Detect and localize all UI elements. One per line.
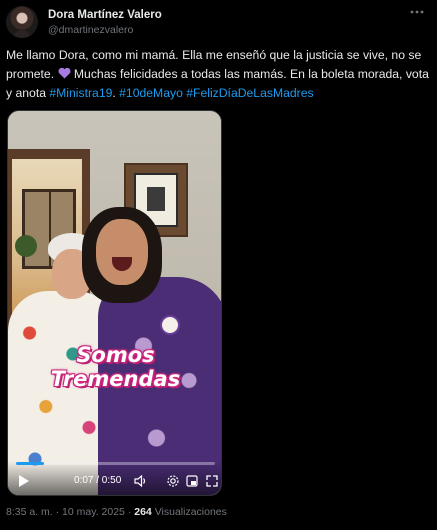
picture-in-picture-icon[interactable]: [186, 474, 198, 488]
purple-heart-icon: [58, 66, 71, 79]
play-icon[interactable]: [18, 474, 30, 488]
video-overlay-line1: Somos: [76, 343, 155, 367]
tweet-body: Me llamo Dora, como mi mamá. Ella me ens…: [6, 46, 430, 103]
video-time: 0:07 / 0:50: [74, 475, 122, 486]
views-label: Visualizaciones: [154, 506, 227, 518]
author-handle[interactable]: @dmartinezvalero: [48, 24, 133, 36]
settings-gear-icon[interactable]: [166, 474, 180, 488]
hashtag-feliz-dia-de-las-madres[interactable]: #FelizDíaDeLasMadres: [186, 86, 313, 100]
volume-icon[interactable]: [134, 474, 148, 488]
more-horizontal-icon[interactable]: [407, 6, 427, 22]
video-progress-fill: [16, 462, 44, 465]
video-player[interactable]: Somos Tremendas 0:07 / 0:50: [7, 110, 222, 496]
video-controls: 0:07 / 0:50: [8, 461, 221, 495]
video-overlay-line2: Tremendas: [50, 367, 181, 391]
tweet-date[interactable]: 10 may. 2025: [62, 506, 125, 518]
hashtag-10demayo[interactable]: #10deMayo: [119, 86, 183, 100]
tweet-time[interactable]: 8:35 a. m.: [6, 506, 53, 518]
hashtag-ministra19[interactable]: #Ministra19: [49, 86, 112, 100]
fullscreen-icon[interactable]: [206, 474, 218, 488]
author-name[interactable]: Dora Martínez Valero: [48, 9, 162, 21]
video-progress-bar[interactable]: [16, 462, 215, 465]
meta-separator-1: ·: [52, 506, 63, 518]
meta-separator-2: ·: [124, 506, 135, 518]
avatar[interactable]: [6, 6, 38, 38]
tweet-header: Dora Martínez Valero @dmartinezvalero: [6, 6, 431, 40]
period: .: [112, 86, 116, 100]
tweet-meta: 8:35 a. m. · 10 may. 2025 · 264 Visualiz…: [6, 506, 227, 518]
views-count: 264: [134, 506, 152, 518]
